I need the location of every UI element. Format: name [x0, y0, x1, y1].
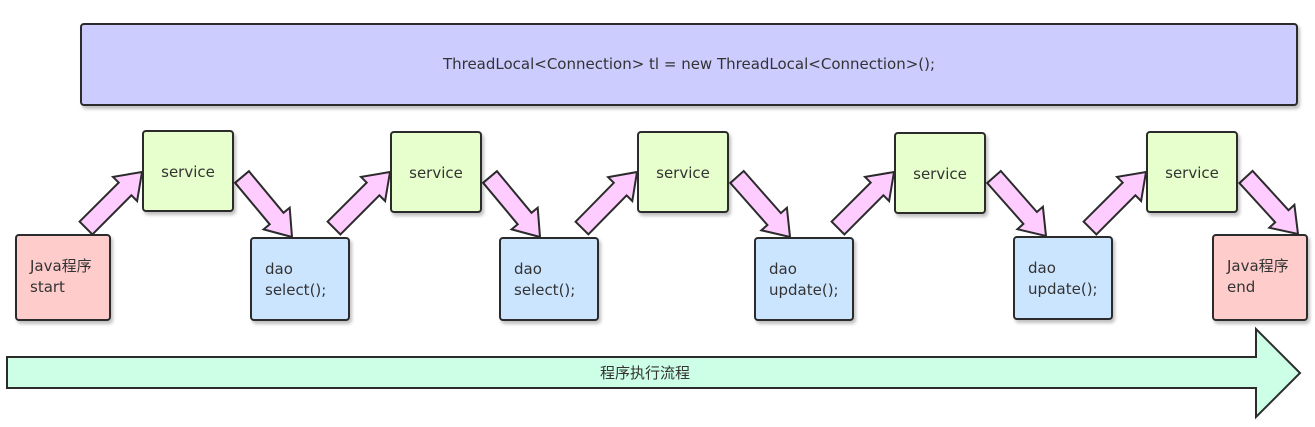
dao-line1: dao [265, 260, 293, 278]
connector-arrow-up-5 [1082, 170, 1148, 236]
service-label: service [656, 164, 710, 182]
dao-line2: select(); [514, 281, 576, 299]
connector-arrow-down-2 [481, 169, 542, 239]
service-label: service [1165, 164, 1219, 182]
banner-text: ThreadLocal<Connection> tl = new ThreadL… [442, 55, 936, 73]
service-node-5: service [1146, 131, 1238, 213]
service-node-2: service [390, 131, 482, 213]
dao-node-3: dao update(); [754, 237, 854, 321]
dao-line2: select(); [265, 281, 327, 299]
dao-line1: dao [1028, 259, 1056, 277]
dao-line2: update(); [769, 281, 839, 299]
connector-arrow-down-5 [1237, 169, 1300, 236]
flow-label: 程序执行流程 [599, 364, 690, 382]
connector-arrow-up-3 [574, 170, 639, 236]
dao-node-1: dao select(); [250, 237, 350, 321]
connector-arrow-up-1 [78, 170, 144, 236]
dao-line2: update(); [1028, 280, 1098, 298]
connector-arrow-down-4 [985, 169, 1048, 238]
start-line2: start [30, 278, 65, 296]
dao-node-2: dao select(); [499, 237, 599, 321]
connector-arrow-up-4 [830, 170, 896, 236]
connector-arrow-down-3 [728, 169, 792, 239]
service-node-1: service [142, 130, 234, 212]
dao-line1: dao [769, 260, 797, 278]
service-label: service [409, 164, 463, 182]
java-end-node: Java程序 end [1212, 234, 1308, 321]
threadlocal-banner: ThreadLocal<Connection> tl = new ThreadL… [80, 23, 1298, 106]
dao-node-4: dao update(); [1013, 236, 1113, 320]
end-line2: end [1227, 278, 1256, 296]
end-line1: Java程序 [1227, 257, 1289, 275]
connector-arrow-up-2 [326, 170, 392, 236]
service-label: service [913, 165, 967, 183]
service-label: service [161, 163, 215, 181]
start-line1: Java程序 [30, 257, 92, 275]
java-start-node: Java程序 start [15, 234, 111, 321]
connector-arrow-down-1 [233, 169, 294, 239]
dao-line1: dao [514, 260, 542, 278]
service-node-4: service [894, 132, 986, 214]
service-node-3: service [637, 131, 729, 213]
